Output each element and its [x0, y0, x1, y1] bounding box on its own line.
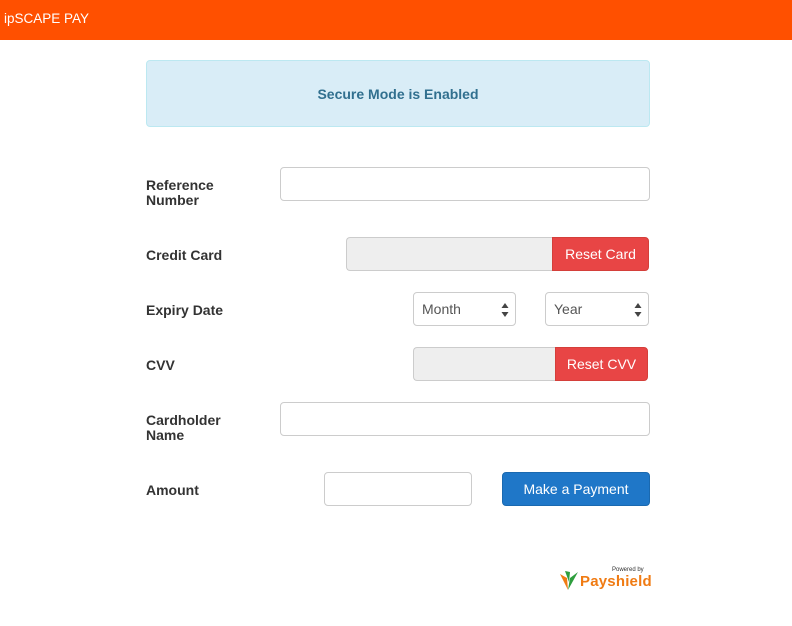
brand-title: ipSCAPE PAY — [4, 11, 90, 26]
reset-card-label: Reset Card — [565, 246, 636, 262]
amount-input[interactable] — [324, 472, 472, 506]
cardholder-name-label: Cardholder Name — [146, 412, 221, 443]
make-payment-button[interactable]: Make a Payment — [502, 472, 650, 506]
expiry-year-select[interactable]: Year — [545, 292, 649, 326]
credit-card-field[interactable] — [346, 237, 552, 271]
expiry-date-label: Expiry Date — [146, 302, 224, 318]
credit-card-label: Credit Card — [146, 247, 223, 263]
cardholder-name-input[interactable] — [280, 402, 650, 436]
secure-mode-alert: Secure Mode is Enabled — [146, 60, 650, 127]
expiry-month-select[interactable]: Month — [413, 292, 516, 326]
select-arrows-icon — [501, 303, 509, 317]
secure-mode-text: Secure Mode is Enabled — [317, 85, 479, 102]
amount-label: Amount — [146, 482, 199, 498]
payshield-text: Payshield — [580, 573, 652, 590]
cvv-label: CVV — [146, 357, 175, 373]
reference-number-label: Reference Number — [146, 177, 214, 208]
expiry-month-value: Month — [422, 301, 461, 317]
top-bar: ipSCAPE PAY — [0, 0, 792, 40]
reset-cvv-button[interactable]: Reset CVV — [555, 347, 648, 381]
payshield-leaf-icon — [560, 571, 578, 590]
reset-card-button[interactable]: Reset Card — [552, 237, 649, 271]
payshield-logo: Powered by Payshield — [558, 564, 658, 594]
make-payment-label: Make a Payment — [523, 481, 629, 497]
reset-cvv-label: Reset CVV — [566, 356, 637, 372]
expiry-year-value: Year — [554, 301, 583, 317]
reference-number-input[interactable] — [280, 167, 650, 201]
cvv-field[interactable] — [413, 347, 555, 381]
select-arrows-icon — [634, 303, 642, 317]
